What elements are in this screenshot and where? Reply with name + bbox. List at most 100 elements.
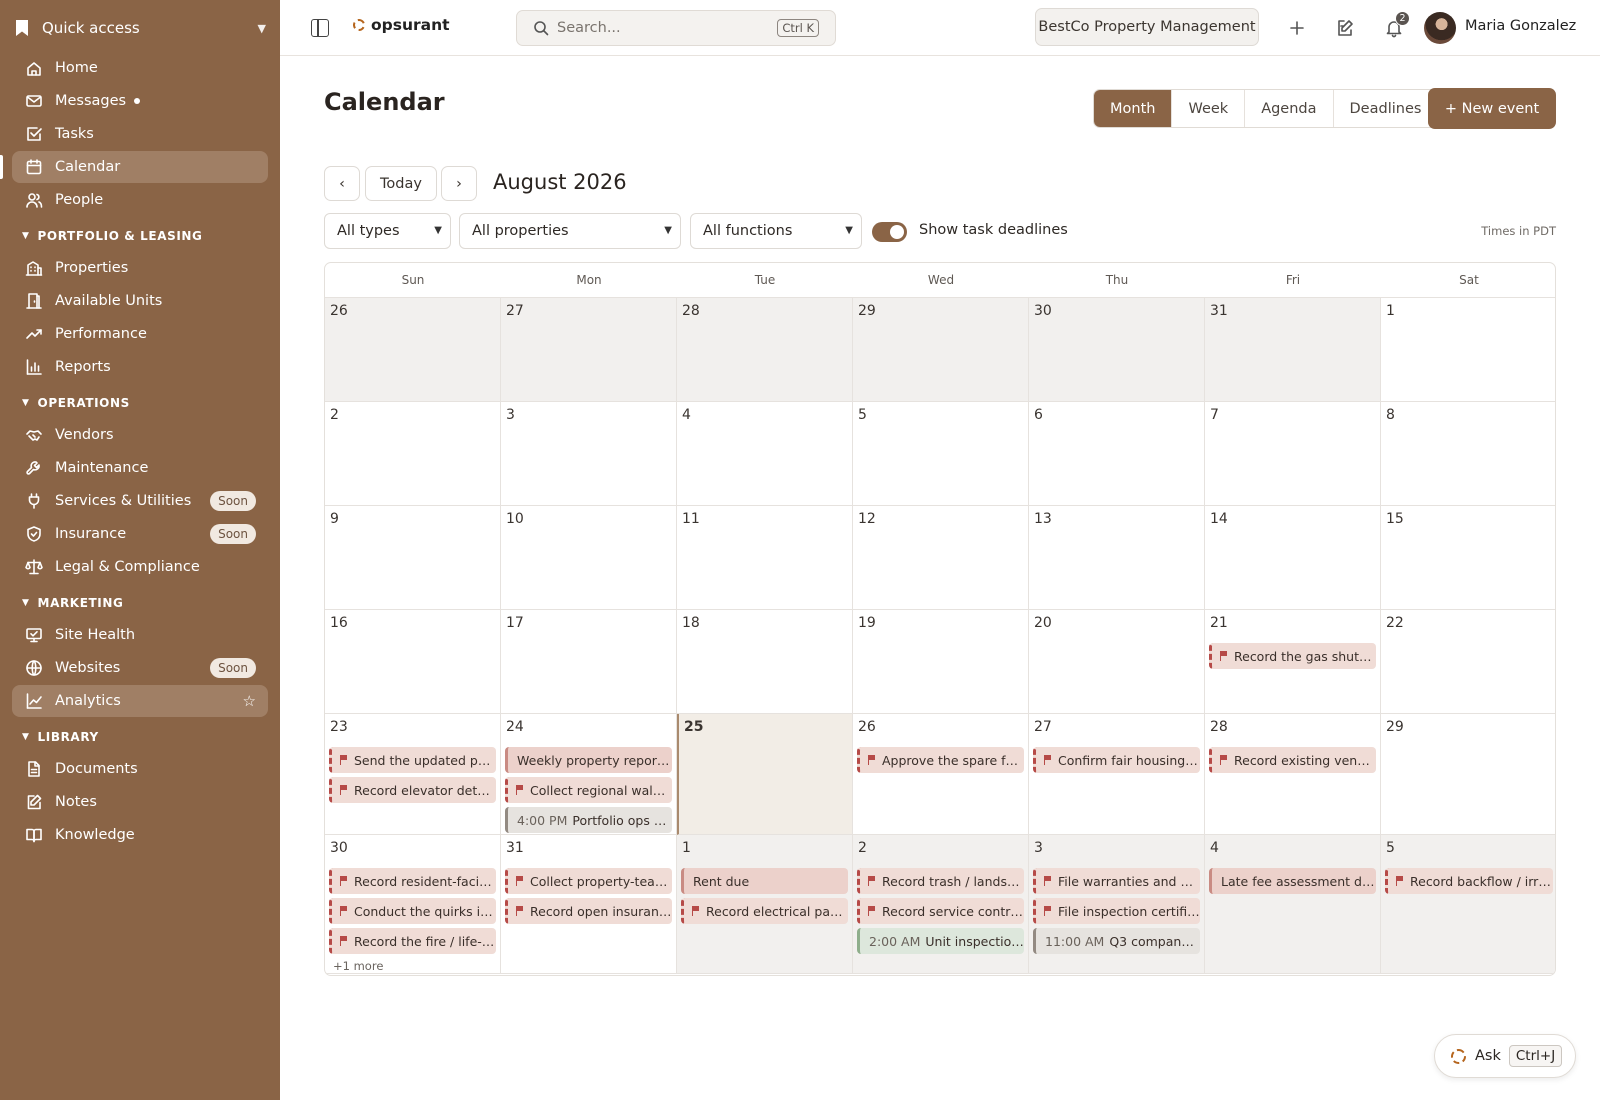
search-input[interactable]: Search... Ctrl K (516, 10, 836, 46)
day-cell[interactable]: 13 (1029, 506, 1205, 610)
deadline-event[interactable]: Record resident-facin... (329, 868, 496, 894)
day-cell[interactable]: 29 (853, 298, 1029, 402)
day-cell[interactable]: 21 Record the gas shut-o... (1205, 610, 1381, 714)
day-cell[interactable]: 3 (501, 402, 677, 506)
deadline-event[interactable]: Collect regional walk-t... (505, 777, 672, 803)
sidebar-section-operations[interactable]: ▼ OPERATIONS (22, 395, 130, 411)
calendar-event[interactable]: Weekly property reports ... (505, 747, 672, 773)
sidebar-item-available-units[interactable]: Available Units (12, 285, 268, 317)
type-filter-select[interactable]: All types ▼ (324, 213, 451, 249)
view-tab-month[interactable]: Month (1094, 90, 1173, 127)
day-cell[interactable]: 10 (501, 506, 677, 610)
app-logo[interactable]: opsurant (353, 16, 450, 34)
view-tab-deadlines[interactable]: Deadlines (1333, 90, 1438, 127)
sidebar-item-services-utilities[interactable]: Services & Utilities Soon (12, 485, 268, 517)
deadline-event[interactable]: Record open insurance... (505, 898, 672, 924)
deadline-event[interactable]: Record the gas shut-o... (1209, 643, 1376, 669)
sidebar-item-calendar[interactable]: Calendar (12, 151, 268, 183)
deadline-event[interactable]: Record existing vendor... (1209, 747, 1376, 773)
next-month-button[interactable]: › (441, 166, 477, 201)
day-cell[interactable]: 29 (1381, 714, 1555, 835)
deadline-event[interactable]: Record trash / landsca... (857, 868, 1024, 894)
day-cell[interactable]: 24 Weekly property reports ... Collect reg… (501, 714, 677, 835)
sidebar-section-portfolio-leasing[interactable]: ▼ PORTFOLIO & LEASING (22, 228, 202, 244)
sidebar-item-insurance[interactable]: Insurance Soon (12, 518, 268, 550)
day-cell[interactable]: 28 Record existing vendor... (1205, 714, 1381, 835)
deadline-event[interactable]: Record service contra... (857, 898, 1024, 924)
sidebar-section-marketing[interactable]: ▼ MARKETING (22, 595, 123, 611)
timed-event[interactable]: 2:00 AM Unit inspection... (857, 928, 1024, 954)
deadline-event[interactable]: Record elevator details... (329, 777, 496, 803)
avatar[interactable] (1424, 12, 1456, 44)
star-icon[interactable]: ☆ (243, 692, 256, 710)
day-cell[interactable]: 27 (501, 298, 677, 402)
sidebar-item-messages[interactable]: Messages (12, 85, 268, 117)
day-cell[interactable]: 28 (677, 298, 853, 402)
quick-access-header[interactable]: Quick access ▼ (14, 16, 268, 40)
view-tab-agenda[interactable]: Agenda (1245, 90, 1334, 127)
sidebar-section-library[interactable]: ▼ LIBRARY (22, 729, 99, 745)
deadline-event[interactable]: Record the fire / life-sa... (329, 928, 496, 954)
sidebar-item-site-health[interactable]: Site Health (12, 619, 268, 651)
sidebar-item-notes[interactable]: Notes (12, 786, 268, 818)
prev-month-button[interactable]: ‹ (324, 166, 360, 201)
day-cell[interactable]: 31 Collect property-team... Record open in… (501, 835, 677, 974)
new-event-button[interactable]: + New event (1428, 88, 1556, 129)
sidebar-item-home[interactable]: Home (12, 52, 268, 84)
day-cell[interactable]: 5 Record backflow / irrig... (1381, 835, 1555, 974)
sidebar-item-websites[interactable]: Websites Soon (12, 652, 268, 684)
day-cell[interactable]: 1 Rent due Record electrical panel... (677, 835, 853, 974)
deadline-event[interactable]: Send the updated park... (329, 747, 496, 773)
deadline-event[interactable]: Collect property-team... (505, 868, 672, 894)
task-deadlines-toggle[interactable] (872, 222, 907, 242)
calendar-event[interactable]: Rent due (681, 868, 848, 894)
today-button[interactable]: Today (365, 166, 437, 201)
deadline-event[interactable]: Confirm fair housing tr... (1033, 747, 1200, 773)
sidebar-item-tasks[interactable]: Tasks (12, 118, 268, 150)
sidebar-item-documents[interactable]: Documents (12, 753, 268, 785)
sidebar-item-legal-compliance[interactable]: Legal & Compliance (12, 551, 268, 583)
ask-assistant-button[interactable]: Ask Ctrl+J (1434, 1034, 1576, 1078)
calendar-event[interactable]: Late fee assessment day (1209, 868, 1376, 894)
day-cell[interactable]: 1 (1381, 298, 1555, 402)
day-cell[interactable]: 31 (1205, 298, 1381, 402)
day-cell[interactable]: 23 Send the updated park... Record elevato… (325, 714, 501, 835)
day-cell[interactable]: 18 (677, 610, 853, 714)
sidebar-item-performance[interactable]: Performance (12, 318, 268, 350)
function-filter-select[interactable]: All functions ▼ (690, 213, 862, 249)
user-name[interactable]: Maria Gonzalez (1465, 18, 1576, 34)
bell-icon[interactable]: 2 (1383, 11, 1410, 39)
timed-event[interactable]: 4:00 PM Portfolio ops sy... (505, 807, 672, 833)
deadline-event[interactable]: File inspection certific... (1033, 898, 1200, 924)
day-cell[interactable]: 22 (1381, 610, 1555, 714)
day-cell[interactable]: 7 (1205, 402, 1381, 506)
day-cell[interactable]: 9 (325, 506, 501, 610)
day-cell[interactable]: 17 (501, 610, 677, 714)
day-cell[interactable]: 11 (677, 506, 853, 610)
deadline-event[interactable]: Record electrical panel... (681, 898, 848, 924)
day-cell[interactable]: 30 (1029, 298, 1205, 402)
sidebar-item-vendors[interactable]: Vendors (12, 419, 268, 451)
property-filter-select[interactable]: All properties ▼ (459, 213, 681, 249)
day-cell[interactable]: 26 (325, 298, 501, 402)
day-cell[interactable]: 2 (325, 402, 501, 506)
company-switcher[interactable]: BestCo Property Management (1035, 8, 1259, 46)
day-cell[interactable]: 30 Record resident-facin... Conduct the qu… (325, 835, 501, 974)
timed-event[interactable]: 11:00 AMQ3 company all... (1033, 928, 1200, 954)
day-cell-today[interactable]: 25 (677, 714, 853, 835)
edit-note-icon[interactable] (1334, 17, 1356, 39)
day-cell[interactable]: 4 (677, 402, 853, 506)
day-cell[interactable]: 16 (325, 610, 501, 714)
sidebar-item-reports[interactable]: Reports (12, 351, 268, 383)
day-cell[interactable]: 14 (1205, 506, 1381, 610)
view-tab-week[interactable]: Week (1172, 90, 1246, 127)
day-cell[interactable]: 19 (853, 610, 1029, 714)
day-cell[interactable]: 12 (853, 506, 1029, 610)
day-cell[interactable]: 2 Record trash / landsca... Record service… (853, 835, 1029, 974)
day-cell[interactable]: 20 (1029, 610, 1205, 714)
deadline-event[interactable]: Approve the spare fob ... (857, 747, 1024, 773)
day-cell[interactable]: 5 (853, 402, 1029, 506)
day-cell[interactable]: 8 (1381, 402, 1555, 506)
deadline-event[interactable]: Conduct the quirks int... (329, 898, 496, 924)
plus-icon[interactable] (1286, 17, 1308, 39)
